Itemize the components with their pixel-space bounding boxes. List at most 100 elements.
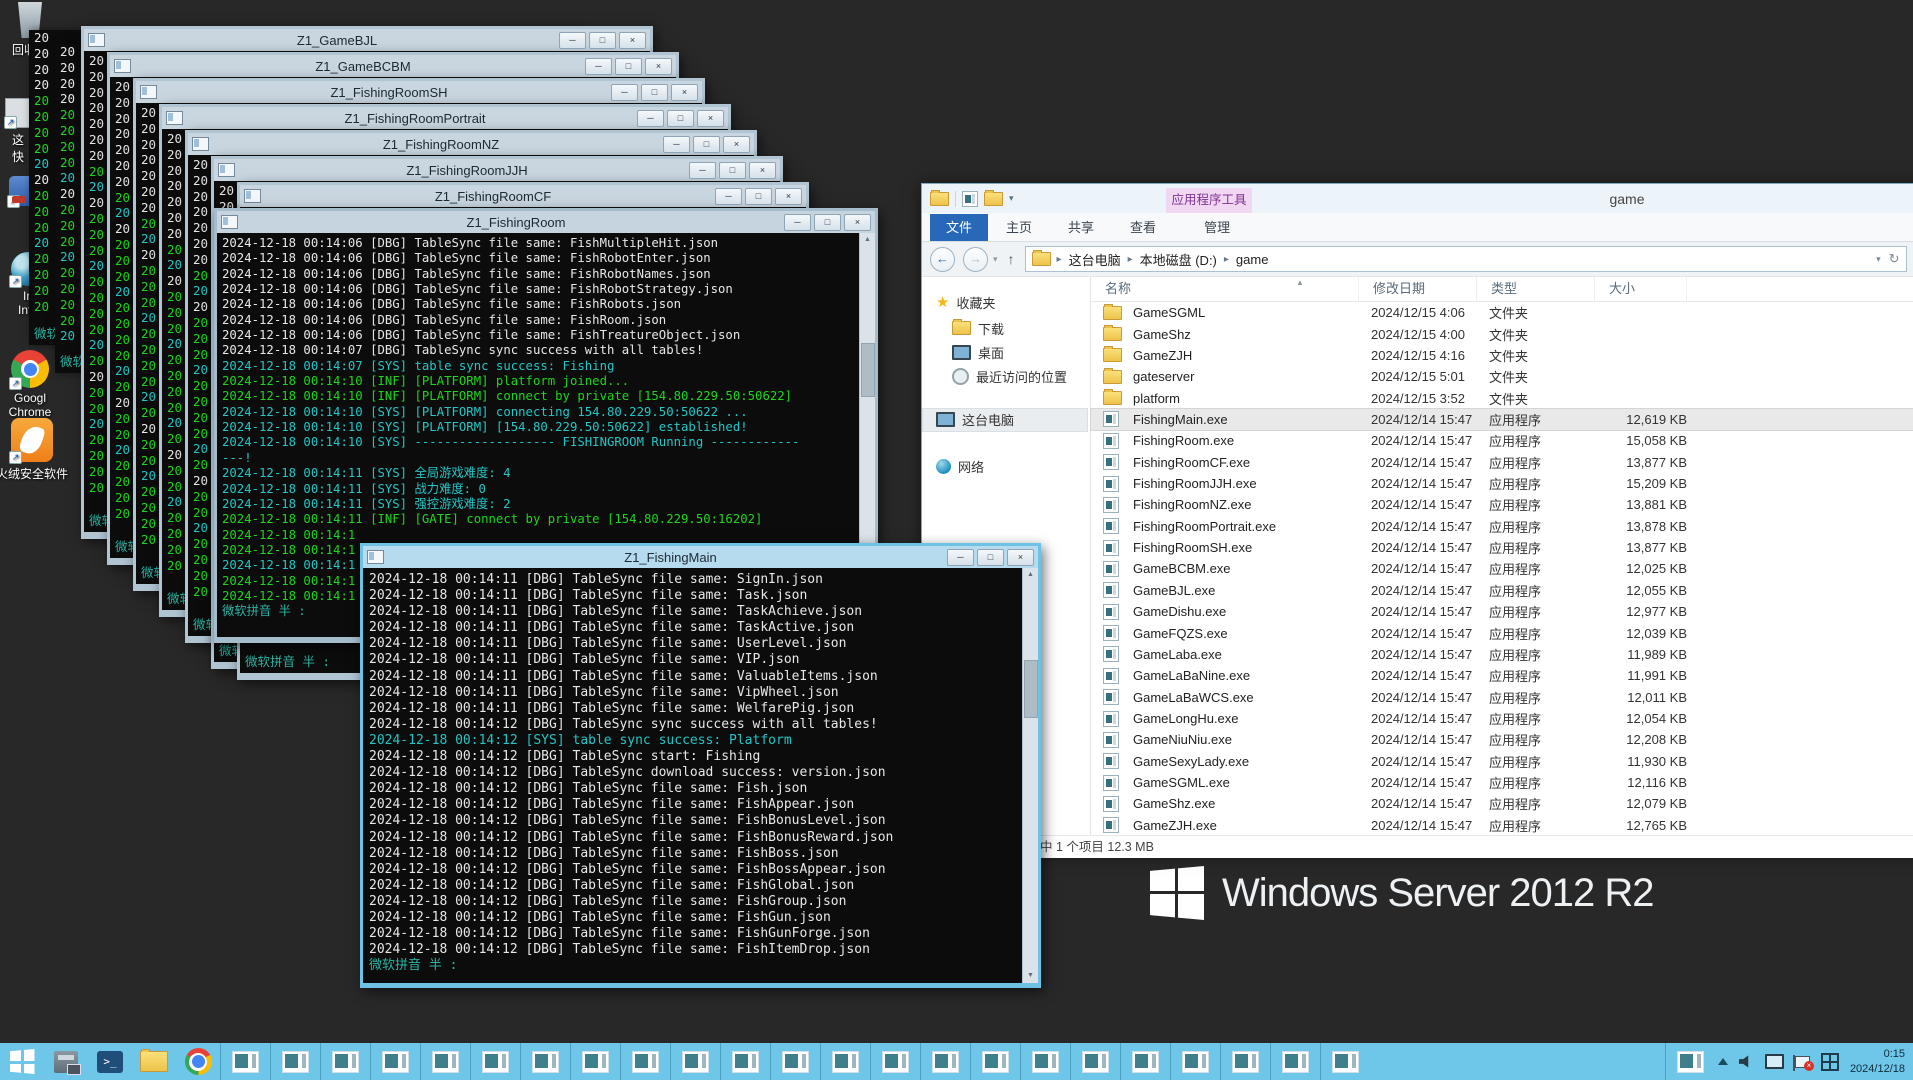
network-icon[interactable] <box>1765 1054 1784 1069</box>
sidebar-item-2[interactable]: 最近访问的位置 <box>952 365 1067 387</box>
minimize-button[interactable]: ─ <box>784 214 811 231</box>
file-row[interactable]: GameBJL.exe2024/12/14 15:47应用程序12,055 KB <box>1091 580 1913 601</box>
breadcrumb-item[interactable]: game <box>1236 252 1269 267</box>
titlebar[interactable]: Z1_FishingMain ─ □ × <box>363 546 1038 568</box>
maximize-button[interactable]: □ <box>589 32 616 49</box>
scroll-thumb[interactable] <box>1024 660 1038 718</box>
explorer-button[interactable] <box>132 1043 176 1080</box>
file-row[interactable]: GameSGML.exe2024/12/14 15:47应用程序12,116 K… <box>1091 772 1913 793</box>
maximize-button[interactable]: □ <box>693 136 720 153</box>
powershell-button[interactable]: >_ <box>88 1043 132 1080</box>
close-button[interactable]: × <box>645 58 672 75</box>
close-button[interactable]: × <box>844 214 871 231</box>
address-bar[interactable]: ▸这台电脑▸本地磁盘 (D:)▸game ▾ ↻ <box>1025 246 1907 272</box>
history-dropdown-icon[interactable]: ▾ <box>993 254 998 265</box>
sidebar-item-1[interactable]: 桌面 <box>952 341 1004 363</box>
taskbar-console-button[interactable] <box>720 1043 770 1080</box>
taskbar-console-button[interactable] <box>1020 1043 1070 1080</box>
server-manager-button[interactable] <box>44 1043 88 1080</box>
taskbar-console-button[interactable] <box>1170 1043 1220 1080</box>
file-row[interactable]: GameLongHu.exe2024/12/14 15:47应用程序12,054… <box>1091 708 1913 729</box>
titlebar[interactable]: Z1_FishingRoom ─ □ × <box>217 211 875 233</box>
close-button[interactable]: × <box>1007 549 1034 566</box>
close-button[interactable]: × <box>723 136 750 153</box>
titlebar[interactable]: Z1_FishingRoomPortrait─□× <box>162 107 728 129</box>
scrollbar[interactable]: ▲ ▼ <box>1022 568 1038 983</box>
file-row[interactable]: FishingRoom.exe2024/12/14 15:47应用程序15,05… <box>1091 430 1913 451</box>
titlebar[interactable]: Z1_FishingRoomSH─□× <box>136 81 702 103</box>
file-row[interactable]: GameLaBaWCS.exe2024/12/14 15:47应用程序12,01… <box>1091 686 1913 707</box>
minimize-button[interactable]: ─ <box>611 84 638 101</box>
taskbar-console-button[interactable] <box>970 1043 1020 1080</box>
sidebar-item-favorites[interactable]: ★ 收藏夹 <box>936 291 995 313</box>
minimize-button[interactable]: ─ <box>689 162 716 179</box>
file-row[interactable]: GameZJH.exe2024/12/14 15:47应用程序12,765 KB <box>1091 815 1913 836</box>
file-row[interactable]: GameLaBaNine.exe2024/12/14 15:47应用程序11,9… <box>1091 665 1913 686</box>
minimize-button[interactable]: ─ <box>715 188 742 205</box>
taskbar-console-button[interactable] <box>1270 1043 1320 1080</box>
taskbar-console-button[interactable] <box>1665 1043 1715 1080</box>
column-header-1[interactable]: 修改日期 <box>1359 277 1477 301</box>
file-row[interactable]: FishingRoomCF.exe2024/12/14 15:47应用程序13,… <box>1091 452 1913 473</box>
file-row[interactable]: GameDishu.exe2024/12/14 15:47应用程序12,977 … <box>1091 601 1913 622</box>
minimize-button[interactable]: ─ <box>637 110 664 127</box>
close-button[interactable]: × <box>619 32 646 49</box>
maximize-button[interactable]: □ <box>814 214 841 231</box>
sidebar-item-0[interactable]: 下载 <box>952 317 1004 339</box>
taskbar-console-button[interactable] <box>1220 1043 1270 1080</box>
file-row[interactable]: GameSGML2024/12/15 4:06文件夹 <box>1091 302 1913 323</box>
taskbar-console-button[interactable] <box>920 1043 970 1080</box>
hidden-icons-arrow[interactable] <box>1718 1058 1728 1065</box>
file-row[interactable]: GameZJH2024/12/15 4:16文件夹 <box>1091 345 1913 366</box>
taskbar-console-button[interactable] <box>670 1043 720 1080</box>
titlebar[interactable]: Z1_GameBJL─□× <box>84 29 650 51</box>
maximize-button[interactable]: □ <box>641 84 668 101</box>
titlebar[interactable]: Z1_FishingRoomNZ─□× <box>188 133 754 155</box>
taskbar-console-button[interactable] <box>1070 1043 1120 1080</box>
up-button[interactable]: ↑ <box>1008 251 1015 267</box>
qat-folder-icon[interactable] <box>930 192 949 206</box>
taskbar-console-button[interactable] <box>520 1043 570 1080</box>
maximize-button[interactable]: □ <box>615 58 642 75</box>
scroll-thumb[interactable] <box>861 343 875 397</box>
close-button[interactable]: × <box>671 84 698 101</box>
file-row[interactable]: FishingRoomSH.exe2024/12/14 15:47应用程序13,… <box>1091 537 1913 558</box>
volume-muted-icon[interactable]: × <box>1739 1055 1754 1068</box>
scroll-down-icon[interactable]: ▼ <box>1023 969 1038 983</box>
taskbar-console-button[interactable] <box>220 1043 270 1080</box>
explorer-titlebar[interactable]: game ▾ 应用程序工具 <box>922 184 1913 213</box>
sidebar-item-this-pc[interactable]: 这台电脑 <box>936 408 1014 430</box>
close-button[interactable]: × <box>749 162 776 179</box>
file-row[interactable]: GameSexyLady.exe2024/12/14 15:47应用程序11,9… <box>1091 751 1913 772</box>
taskbar-console-button[interactable] <box>1320 1043 1370 1080</box>
qat-properties-icon[interactable] <box>962 191 978 207</box>
taskbar-console-button[interactable] <box>1120 1043 1170 1080</box>
file-row[interactable]: FishingRoomNZ.exe2024/12/14 15:47应用程序13,… <box>1091 494 1913 515</box>
taskbar-console-button[interactable] <box>370 1043 420 1080</box>
chrome-button[interactable] <box>176 1043 220 1080</box>
maximize-button[interactable]: □ <box>719 162 746 179</box>
taskbar-console-button[interactable] <box>570 1043 620 1080</box>
file-row[interactable]: platform2024/12/15 3:52文件夹 <box>1091 387 1913 408</box>
file-row[interactable]: GameNiuNiu.exe2024/12/14 15:47应用程序12,208… <box>1091 729 1913 750</box>
ime-indicator-icon[interactable] <box>1821 1053 1839 1071</box>
scroll-up-icon[interactable]: ▲ <box>860 233 875 247</box>
close-button[interactable]: × <box>775 188 802 205</box>
tab-2[interactable]: 共享 <box>1050 214 1112 241</box>
maximize-button[interactable]: □ <box>667 110 694 127</box>
column-header-2[interactable]: 类型 <box>1477 277 1595 301</box>
taskbar-console-button[interactable] <box>320 1043 370 1080</box>
breadcrumb-item[interactable]: 这台电脑 <box>1069 250 1121 269</box>
minimize-button[interactable]: ─ <box>585 58 612 75</box>
file-row[interactable]: FishingRoomJJH.exe2024/12/14 15:47应用程序15… <box>1091 473 1913 494</box>
start-button[interactable] <box>0 1043 44 1080</box>
huorong-shortcut[interactable]: ↗火绒安全软件 <box>0 418 68 482</box>
close-button[interactable]: × <box>697 110 724 127</box>
taskbar-console-button[interactable] <box>870 1043 920 1080</box>
qat-dropdown-icon[interactable]: ▾ <box>1009 193 1014 204</box>
column-header-0[interactable]: 名称 <box>1091 277 1359 301</box>
file-row[interactable]: GameShz.exe2024/12/14 15:47应用程序12,079 KB <box>1091 793 1913 814</box>
sidebar-item-network[interactable]: 网络 <box>936 455 984 477</box>
titlebar[interactable]: Z1_GameBCBM─□× <box>110 55 676 77</box>
file-row[interactable]: GameShz2024/12/15 4:00文件夹 <box>1091 323 1913 344</box>
